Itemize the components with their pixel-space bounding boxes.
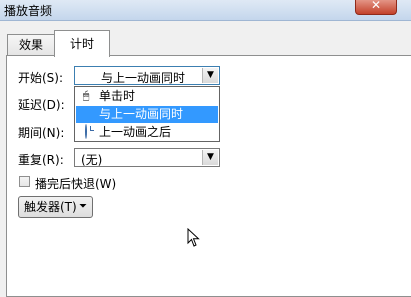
repeat-combo[interactable]: (无) ▼	[74, 148, 220, 167]
start-option-after-previous[interactable]: 上一动画之后	[76, 124, 218, 141]
start-option-with-previous[interactable]: 与上一动画同时	[76, 106, 218, 123]
chevron-down-icon[interactable]: ▼	[202, 68, 218, 83]
close-button[interactable]: ✕	[355, 0, 397, 15]
trigger-button-label: 触发器(T)	[24, 200, 77, 214]
double-chevron-down-icon: ⏷	[79, 201, 87, 212]
mouse-icon: 🖱	[82, 89, 90, 102]
clock-icon	[80, 124, 92, 139]
mouse-cursor-icon	[187, 228, 200, 247]
start-option-click[interactable]: 🖱 单击时	[76, 88, 218, 105]
rewind-checkbox[interactable]	[19, 176, 30, 187]
title-bar: 播放音频 ✕	[0, 0, 411, 21]
repeat-label: 重复(R):	[18, 153, 64, 167]
tab-effect[interactable]: 效果	[7, 34, 55, 56]
duration-label: 期间(N):	[18, 126, 65, 140]
tab-timing[interactable]: 计时	[54, 30, 110, 57]
delay-label: 延迟(D):	[18, 98, 65, 112]
repeat-combo-value: (无)	[81, 153, 103, 167]
start-combo[interactable]: 与上一动画同时 ▼	[74, 66, 220, 85]
window-title: 播放音频	[4, 4, 53, 18]
start-dropdown-list: 🖱 单击时 与上一动画同时 上一动画之后	[74, 86, 220, 142]
chevron-down-icon[interactable]: ▼	[202, 150, 218, 165]
start-label: 开始(S):	[18, 71, 64, 85]
start-combo-value: 与上一动画同时	[101, 71, 186, 85]
rewind-label: 播完后快退(W)	[35, 177, 117, 191]
trigger-button[interactable]: 触发器(T) ⏷	[18, 196, 93, 218]
